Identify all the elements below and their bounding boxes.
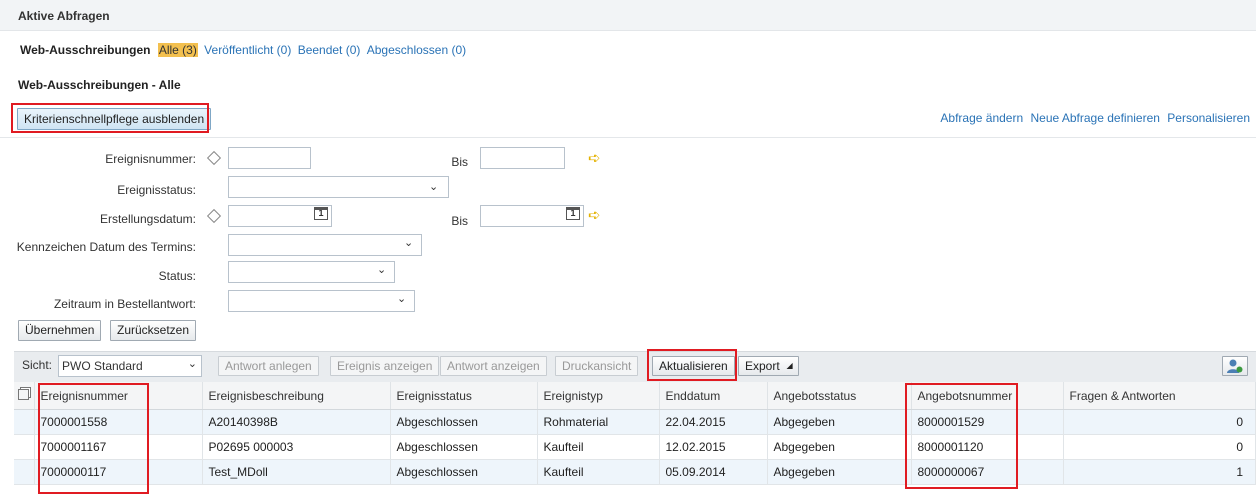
status-label: Status: [158,269,196,283]
cell-event-description: Test_MDoll [202,459,391,485]
personalize-link[interactable]: Personalisieren [1167,111,1250,125]
cell-offer-status: Abgegeben [767,434,912,460]
print-view-button[interactable]: Druckansicht [555,356,639,376]
new-query-link[interactable]: Neue Abfrage definieren [1031,111,1160,125]
table-row[interactable]: 7000001558 A20140398B Abgeschlossen Rohmate… [14,409,1256,435]
col-header-event-type[interactable]: Ereignistyp [537,382,660,410]
calendar-icon[interactable]: 1 [566,207,580,220]
row-selector[interactable] [14,409,35,435]
cell-offer-status: Abgegeben [767,409,912,435]
cell-event-type: Rohmaterial [537,409,660,435]
cell-event-status: Abgeschlossen [390,409,538,435]
section-title: Web-Ausschreibungen - Alle [18,78,181,92]
highlight-box-event-number [38,383,149,494]
deadline-flag-label: Kennzeichen Datum des Termins: [16,240,196,254]
apply-button[interactable]: Übernehmen [18,320,102,341]
operator-diamond-icon[interactable] [206,150,222,166]
select-all-icon[interactable] [14,382,35,410]
event-status-select[interactable] [228,176,449,198]
tab-abgeschlossen[interactable]: Abgeschlossen (0) [367,43,466,57]
table-row[interactable]: 7000000117 Test_MDoll Abgeschlossen Kauftei… [14,459,1256,485]
query-links: Abfrage ändern Neue Abfrage definieren P… [940,111,1250,125]
event-number-label: Ereignisnummer: [105,152,196,166]
export-button-label: Export [745,359,780,373]
chevron-down-icon: ⌄ [404,237,414,249]
tab-alle[interactable]: Alle (3) [157,43,198,57]
period-select[interactable] [228,290,415,312]
to-label-1: Bis [451,155,468,169]
cell-event-status: Abgeschlossen [390,434,538,460]
cell-end-date: 22.04.2015 [659,409,768,435]
change-query-link[interactable]: Abfrage ändern [940,111,1023,125]
cell-questions-answers: 0 [1063,434,1256,460]
filter-tabs: Web-Ausschreibungen Alle (3) Veröffentli… [20,43,466,57]
cell-questions-answers: 1 [1063,459,1256,485]
chevron-down-icon: ⌄ [187,358,197,370]
arrow-right-icon[interactable]: ➪ [588,149,601,167]
event-number-from-input[interactable] [228,147,311,169]
cell-offer-status: Abgegeben [767,459,912,485]
event-number-to-input[interactable] [480,147,565,169]
view-select-value: PWO Standard [62,359,143,373]
highlight-box-offer-number [905,383,1018,489]
reset-button[interactable]: Zurücksetzen [110,320,197,341]
arrow-right-icon[interactable]: ➪ [588,206,601,224]
filter-tabs-label: Web-Ausschreibungen [20,43,151,57]
col-header-end-date[interactable]: Enddatum [659,382,768,410]
highlight-box-refresh [647,349,737,381]
calendar-icon[interactable]: 1 [314,207,328,220]
tab-beendet[interactable]: Beendet (0) [298,43,361,57]
table-row[interactable]: 7000001167 P02695 000003 Abgeschlossen Kauf… [14,434,1256,460]
cell-end-date: 12.02.2015 [659,434,768,460]
cell-event-status: Abgeschlossen [390,459,538,485]
status-select[interactable] [228,261,395,283]
cell-event-type: Kaufteil [537,459,660,485]
period-label: Zeitraum in Bestellantwort: [53,297,196,311]
col-header-event-description[interactable]: Ereignisbeschreibung [202,382,391,410]
col-header-offer-status[interactable]: Angebotsstatus [767,382,912,410]
row-selector[interactable] [14,459,35,485]
page-title: Aktive Abfragen [18,9,110,23]
chevron-down-icon: ⌄ [377,264,387,276]
chevron-down-icon: ⌄ [397,293,407,305]
cell-questions-answers: 0 [1063,409,1256,435]
view-select[interactable]: PWO Standard ⌄ [58,355,202,377]
cell-event-type: Kaufteil [537,434,660,460]
col-header-event-status[interactable]: Ereignisstatus [390,382,538,410]
cell-event-description: P02695 000003 [202,434,391,460]
cell-end-date: 05.09.2014 [659,459,768,485]
chevron-down-icon: ⌄ [429,181,439,193]
settings-person-icon[interactable] [1222,356,1248,376]
results-table: Ereignisnummer Ereignisbeschreibung Erei… [14,382,1256,485]
tab-veroeffentlicht[interactable]: Veröffentlicht (0) [204,43,291,57]
show-response-button[interactable]: Antwort anzeigen [440,356,547,376]
operator-diamond-icon[interactable] [206,208,222,224]
event-status-label: Ereignisstatus: [117,183,196,197]
cell-event-description: A20140398B [202,409,391,435]
show-event-button[interactable]: Ereignis anzeigen [330,356,440,376]
menu-triangle-icon: ◢ [786,361,793,370]
to-label-2: Bis [451,214,468,228]
deadline-flag-select[interactable] [228,234,422,256]
create-response-button[interactable]: Antwort anlegen [218,356,319,376]
highlight-box-toggle [11,103,209,133]
view-label: Sicht: [22,358,53,372]
col-header-questions-answers[interactable]: Fragen & Antworten [1063,382,1256,410]
creation-date-label: Erstellungsdatum: [99,212,196,226]
title-bar: Aktive Abfragen [0,0,1256,31]
row-selector[interactable] [14,434,35,460]
export-button[interactable]: Export ◢ [738,356,799,376]
divider [0,137,1256,138]
